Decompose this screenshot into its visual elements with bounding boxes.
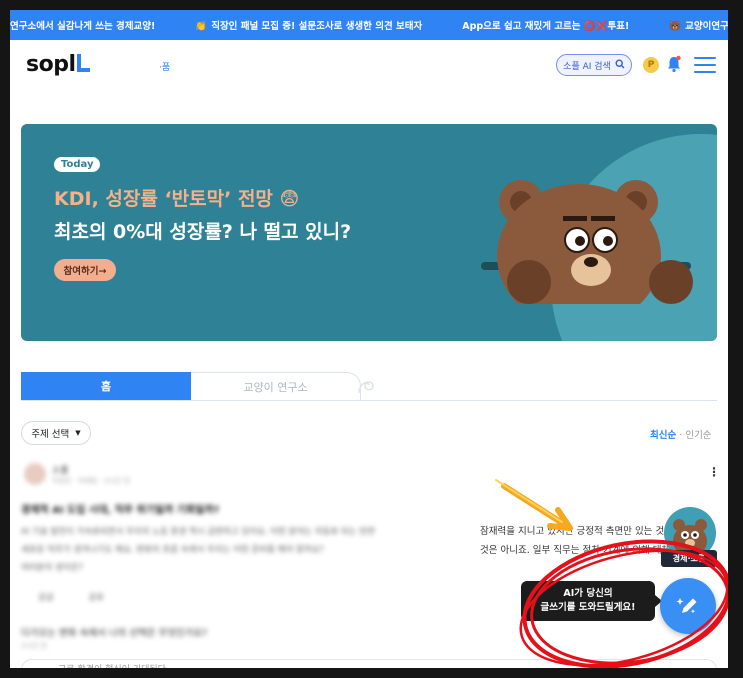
bear-mascot-icon	[481, 180, 693, 304]
post-meta: 3시간 전	[21, 642, 47, 650]
logo-mark-icon	[76, 54, 90, 72]
ticker-item[interactable]: 👏 직장인 패널 모집 중! 설문조사로 생생한 의견 보태자	[195, 18, 442, 32]
clap-icon: 👏	[195, 21, 208, 32]
banner-subheadline: 최초의 0%대 성장률? 나 떨고 있니?	[54, 221, 352, 243]
topic-select-dropdown[interactable]: 주제 선택 ▼	[21, 421, 91, 445]
ticker-item[interactable]: 🐻교양이연구소에서 실감나게 쓰는 경제교양!	[669, 18, 728, 32]
join-button[interactable]: 참여하기→	[54, 259, 116, 281]
ai-search-button[interactable]: 소플 AI 검색	[556, 54, 632, 76]
post-body-line: AI 기술 발전이 가속화되면서 우리의 노동 환경 역시 급변하고 있어요. …	[21, 527, 375, 537]
post-meta: 직장인 · 마케팅 · 3시간 전	[52, 477, 130, 485]
sort-separator: ·	[679, 430, 683, 441]
avatar[interactable]	[24, 463, 46, 485]
hamburger-menu-icon[interactable]	[694, 57, 716, 73]
search-icon	[615, 58, 625, 72]
post-body-line: 여러분의 생각은?	[21, 563, 83, 573]
app-window: 연구소에서 실감나게 쓰는 경제교양! 👏 직장인 패널 모집 중! 설문조사로 …	[10, 10, 728, 668]
tab-home[interactable]: 홈	[21, 372, 191, 400]
share-button[interactable]: 공유	[88, 593, 104, 603]
caret-down-icon: ▼	[75, 429, 81, 437]
banner-headline: KDI, 성장률 ‘반토막’ 전망 😨	[54, 188, 300, 210]
tab-divider	[21, 400, 717, 401]
sort-options: 최신순 · 인기순	[650, 427, 712, 441]
tab-lab[interactable]: 교양이 연구소	[191, 372, 361, 400]
ai-write-button[interactable]	[660, 578, 716, 634]
bear-icon: 🐻	[669, 21, 682, 32]
post-feed: 소플 직장인 · 마케팅 · 3시간 전 경제적 AI 도입 시대, 직무 위기…	[10, 455, 728, 668]
swirl-decoration-icon	[358, 381, 374, 394]
post-title[interactable]: 경제적 AI 도입 시대, 직무 위기일까 기회일까?	[21, 501, 219, 516]
post-body-visible: 것은 아니죠. 일부 직무는 점차 기계에 의해 대체	[480, 545, 671, 556]
post-body-line: 새로운 직무가 생겨나기도 해요. 변화의 흐름 속에서 우리는 어떤 준비를 …	[21, 545, 324, 555]
post-body-visible: 잠재력을 지니고 있지만 긍정적 측면만 있는 것은	[480, 526, 673, 537]
bell-icon[interactable]	[667, 55, 681, 73]
today-banner[interactable]: Today KDI, 성장률 ‘반토막’ 전망 😨 최초의 0%대 성장률? 나…	[21, 124, 717, 341]
today-badge: Today	[54, 157, 101, 172]
point-coin-icon[interactable]: P	[643, 57, 659, 73]
post-actions: 공감 공유	[38, 591, 104, 603]
announcement-ticker[interactable]: 연구소에서 실감나게 쓰는 경제교양! 👏 직장인 패널 모집 중! 설문조사로 …	[10, 10, 728, 40]
sopl-logo[interactable]: sopl	[26, 52, 90, 77]
comment-input[interactable]: 그로 활경이 혁신이 기대된다	[21, 659, 717, 668]
ticker-item[interactable]: App으로 쉽고 재밌게 고르는 ⭕❌투표!	[462, 18, 649, 32]
post-title[interactable]: 다가오는 변화 속에서 나의 선택은 무엇인가요?	[21, 625, 207, 639]
more-options-icon[interactable]: ⋮	[708, 465, 720, 479]
like-button[interactable]: 공감	[38, 593, 54, 603]
ticker-item[interactable]: 연구소에서 실감나게 쓰는 경제교양!	[10, 18, 175, 32]
lab-shortcut-label: 경제·소통	[661, 550, 717, 567]
pen-sparkle-icon	[676, 598, 697, 614]
sort-latest[interactable]: 최신순	[650, 430, 676, 441]
ai-writing-tooltip: AI가 당신의 글쓰기를 도와드릴게요!	[521, 581, 655, 621]
post-author[interactable]: 소플	[52, 463, 69, 476]
header-nav-link[interactable]: ·품	[159, 60, 170, 73]
sort-popular[interactable]: 인기순	[685, 430, 711, 441]
